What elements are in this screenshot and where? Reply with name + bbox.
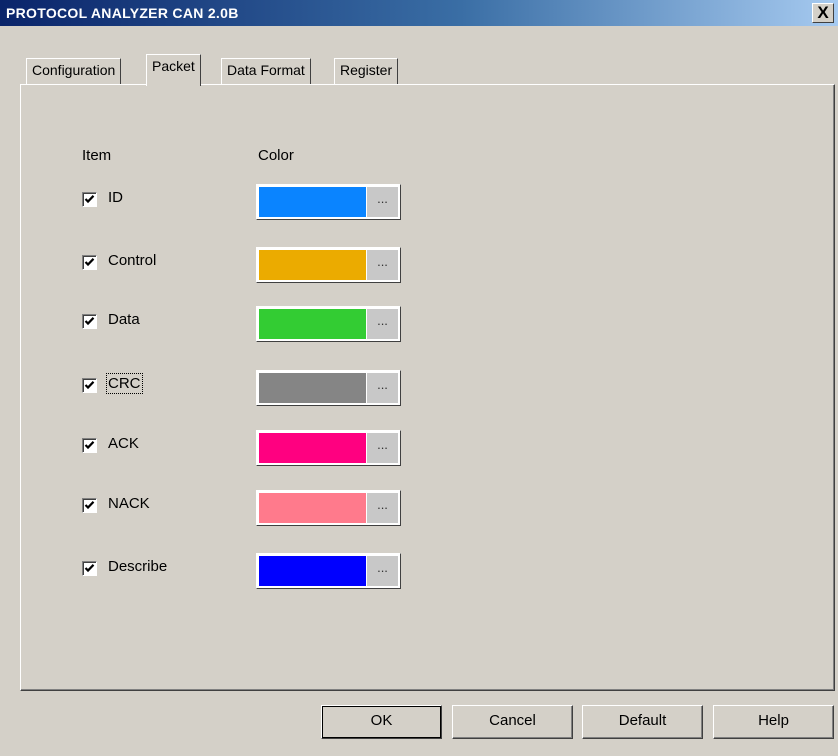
color-swatch-nack[interactable] [259,493,366,523]
checkmark-icon [84,564,95,573]
checkmark-icon [84,441,95,450]
item-row-id: ID... [0,184,838,220]
checkmark-icon [84,195,95,204]
checkbox-describe[interactable] [82,561,97,576]
browse-color-button-id[interactable]: ... [367,187,398,217]
color-picker-control[interactable]: ... [256,247,401,283]
checkmark-icon [84,258,95,267]
color-picker-id[interactable]: ... [256,184,401,220]
item-label-nack: NACK [108,495,150,512]
checkmark-icon [84,501,95,510]
color-column-header: Color [258,147,294,164]
item-label-data: Data [108,311,140,328]
item-label-control: Control [108,252,157,269]
item-column-header: Item [82,147,112,164]
checkbox-control[interactable] [82,255,97,270]
item-label-ack: ACK [108,435,139,452]
color-swatch-data[interactable] [259,309,366,339]
browse-color-button-describe[interactable]: ... [367,556,398,586]
item-row-describe: Describe... [0,553,838,589]
packet-settings: Item Color ID... Control... Data... CRC... A… [0,0,838,756]
item-label-id: ID [108,189,123,206]
browse-color-button-control[interactable]: ... [367,250,398,280]
color-swatch-id[interactable] [259,187,366,217]
color-swatch-describe[interactable] [259,556,366,586]
color-swatch-ack[interactable] [259,433,366,463]
checkbox-crc[interactable] [82,378,97,393]
item-row-data: Data... [0,306,838,342]
item-row-nack: NACK... [0,490,838,526]
browse-color-button-data[interactable]: ... [367,309,398,339]
color-picker-describe[interactable]: ... [256,553,401,589]
browse-color-button-nack[interactable]: ... [367,493,398,523]
item-row-ack: ACK... [0,430,838,466]
checkbox-ack[interactable] [82,438,97,453]
color-picker-nack[interactable]: ... [256,490,401,526]
item-label-describe: Describe [108,558,168,575]
checkbox-data[interactable] [82,314,97,329]
color-swatch-control[interactable] [259,250,366,280]
browse-color-button-ack[interactable]: ... [367,433,398,463]
checkbox-nack[interactable] [82,498,97,513]
color-swatch-crc[interactable] [259,373,366,403]
checkmark-icon [84,317,95,326]
browse-color-button-crc[interactable]: ... [367,373,398,403]
item-row-crc: CRC... [0,370,838,406]
item-label-crc: CRC [106,373,143,394]
color-picker-crc[interactable]: ... [256,370,401,406]
checkmark-icon [84,381,95,390]
color-picker-data[interactable]: ... [256,306,401,342]
color-picker-ack[interactable]: ... [256,430,401,466]
item-row-control: Control... [0,247,838,283]
checkbox-id[interactable] [82,192,97,207]
